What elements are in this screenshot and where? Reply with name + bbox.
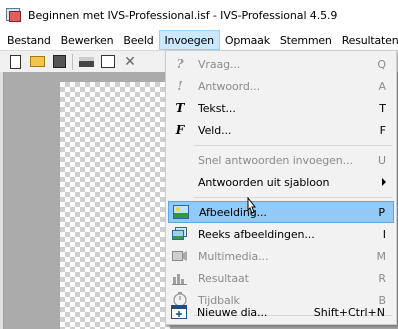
menu-item-label: Resultaat bbox=[198, 271, 249, 285]
image-series-icon bbox=[172, 226, 188, 242]
menu-item-label: Multimedia... bbox=[198, 249, 269, 263]
multimedia-icon bbox=[172, 248, 188, 264]
menu-item-multimedia[interactable]: Multimedia... M bbox=[168, 245, 394, 267]
menu-stemmen[interactable]: Stemmen bbox=[275, 30, 337, 50]
new-icon bbox=[9, 54, 21, 69]
workspace-left-strip bbox=[0, 72, 4, 329]
result-icon bbox=[172, 270, 188, 286]
menu-item-shortcut: T bbox=[379, 101, 386, 115]
menu-item-shortcut: U bbox=[377, 153, 386, 167]
open-button[interactable] bbox=[26, 52, 48, 72]
properties-icon bbox=[101, 55, 115, 68]
text-icon: T bbox=[175, 101, 185, 115]
menu-item-label: Antwoorden uit sjabloon bbox=[198, 175, 330, 189]
menu-item-veld[interactable]: F Veld... F bbox=[168, 119, 394, 141]
toolbar-separator bbox=[72, 53, 73, 70]
menu-item-antwoorden-sjabloon[interactable]: Antwoorden uit sjabloon bbox=[168, 171, 394, 193]
menu-separator bbox=[194, 145, 392, 146]
menu-item-label: Vraag... bbox=[198, 57, 241, 71]
window-title: Beginnen met IVS-Professional.isf - IVS-… bbox=[28, 8, 338, 22]
menu-item-shortcut: R bbox=[378, 271, 386, 285]
menu-item-vraag[interactable]: ? Vraag... Q bbox=[168, 53, 394, 75]
menu-item-shortcut: P bbox=[378, 205, 385, 219]
insert-menu: ? Vraag... Q ! Antwoord... A T Tekst... … bbox=[165, 50, 397, 325]
menu-item-label: Antwoord... bbox=[198, 79, 260, 93]
menu-resultaten[interactable]: Resultaten bbox=[337, 30, 398, 50]
menu-beeld[interactable]: Beeld bbox=[118, 30, 158, 50]
save-icon bbox=[52, 55, 66, 68]
properties-button[interactable] bbox=[97, 52, 119, 72]
menu-bestand[interactable]: Bestand bbox=[2, 30, 56, 50]
menu-item-shortcut: Q bbox=[377, 57, 386, 71]
menu-item-shortcut: M bbox=[376, 249, 387, 263]
close-icon: ✕ bbox=[124, 53, 136, 70]
submenu-arrow-icon bbox=[382, 178, 386, 186]
menu-item-label: Veld... bbox=[198, 123, 232, 137]
slide-canvas[interactable] bbox=[60, 82, 170, 329]
menu-item-nieuwe-dia[interactable]: Nieuwe dia... Shift+Ctrl+N bbox=[167, 301, 393, 323]
menu-item-label: Reeks afbeeldingen... bbox=[198, 227, 315, 241]
menu-item-label: Tekst... bbox=[198, 101, 236, 115]
menu-item-antwoord[interactable]: ! Antwoord... A bbox=[168, 75, 394, 97]
menu-item-label: Snel antwoorden invoegen... bbox=[198, 153, 353, 167]
new-button[interactable] bbox=[4, 52, 26, 72]
title-bar: Beginnen met IVS-Professional.isf - IVS-… bbox=[0, 0, 398, 30]
menu-item-shortcut: F bbox=[379, 123, 386, 137]
save-button[interactable] bbox=[48, 52, 70, 72]
menu-item-afbeelding[interactable]: Afbeelding... P bbox=[168, 201, 394, 223]
menu-item-label: Nieuwe dia... bbox=[197, 305, 268, 319]
menu-item-reeks-afbeeldingen[interactable]: Reeks afbeeldingen... I bbox=[168, 223, 394, 245]
close-button[interactable]: ✕ bbox=[119, 52, 141, 72]
menu-invoegen[interactable]: Invoegen bbox=[158, 30, 220, 50]
field-icon: F bbox=[175, 123, 185, 137]
menu-item-shortcut: I bbox=[382, 227, 386, 241]
app-icon bbox=[6, 7, 22, 23]
menu-opmaak[interactable]: Opmaak bbox=[220, 30, 275, 50]
menu-item-shortcut: Shift+Ctrl+N bbox=[313, 305, 385, 319]
print-icon bbox=[78, 56, 94, 67]
new-slide-icon bbox=[171, 304, 187, 320]
menu-item-resultaat[interactable]: Resultaat R bbox=[168, 267, 394, 289]
menu-item-snel-antwoorden[interactable]: Snel antwoorden invoegen... U bbox=[168, 149, 394, 171]
question-icon: ? bbox=[176, 57, 184, 71]
menu-item-shortcut: A bbox=[378, 79, 386, 93]
menu-item-tekst[interactable]: T Tekst... T bbox=[168, 97, 394, 119]
image-icon bbox=[173, 204, 189, 220]
mouse-cursor-icon bbox=[247, 197, 257, 214]
menu-separator bbox=[194, 197, 392, 198]
menu-bewerken[interactable]: Bewerken bbox=[56, 30, 119, 50]
answer-icon: ! bbox=[177, 79, 183, 93]
print-button[interactable] bbox=[75, 52, 97, 72]
open-icon bbox=[29, 56, 45, 67]
menu-bar: Bestand Bewerken Beeld Invoegen Opmaak S… bbox=[0, 30, 398, 50]
